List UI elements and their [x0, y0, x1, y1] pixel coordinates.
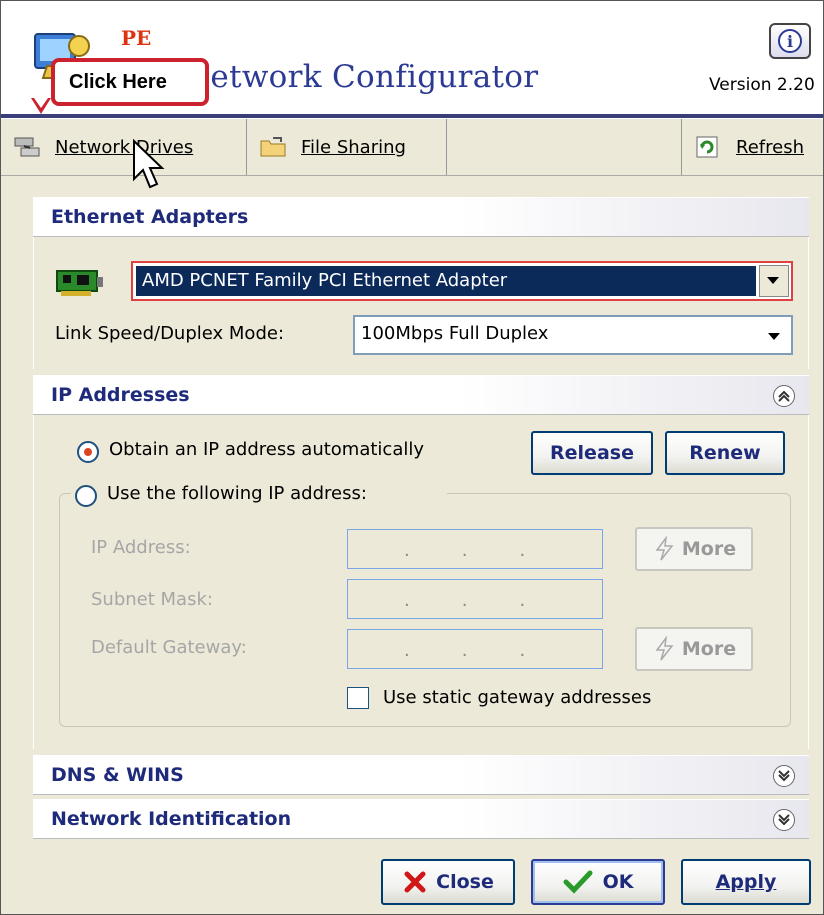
brand-short: PE — [121, 26, 152, 50]
expand-chevron-icon[interactable] — [773, 809, 795, 831]
release-button[interactable]: Release — [531, 431, 653, 475]
gateway-more-label: More — [681, 638, 737, 660]
ok-button[interactable]: OK — [531, 859, 665, 905]
lightning-icon — [655, 636, 674, 661]
close-button[interactable]: Close — [381, 859, 515, 905]
folder-share-icon — [260, 137, 286, 157]
info-button[interactable]: i — [769, 23, 811, 59]
ip-address-field[interactable]: ... — [347, 529, 603, 569]
chevron-down-icon — [768, 333, 780, 340]
svg-text:i: i — [787, 32, 793, 51]
dns-section-title: DNS & WINS — [51, 764, 184, 786]
checkmark-icon — [563, 870, 593, 894]
callout-text: Click Here — [69, 71, 167, 93]
network-drives-icon — [14, 137, 40, 157]
refresh-icon — [696, 136, 718, 158]
ok-label: OK — [602, 871, 634, 893]
lightning-icon — [655, 536, 674, 561]
link-speed-label: Link Speed/Duplex Mode: — [55, 323, 285, 344]
static-gateway-label: Use static gateway addresses — [383, 687, 652, 708]
header-divider — [1, 114, 823, 118]
refresh-label: Refresh — [736, 136, 804, 158]
app-title: Network Configurator — [183, 59, 539, 95]
info-icon: i — [778, 29, 802, 53]
callout-pointer-inner — [34, 98, 48, 108]
subnet-mask-field[interactable]: ... — [347, 579, 603, 619]
renew-button[interactable]: Renew — [665, 431, 785, 475]
default-gateway-field[interactable]: ... — [347, 629, 603, 669]
apply-label: Apply — [715, 871, 777, 893]
configurator-window: PE Network Configurator i Version 2.20 N… — [0, 0, 824, 915]
subnet-mask-label: Subnet Mask: — [91, 589, 213, 610]
collapse-chevron-icon[interactable] — [773, 385, 795, 407]
link-speed-value: 100Mbps Full Duplex — [361, 323, 549, 344]
network-id-section-header[interactable]: Network Identification — [33, 799, 809, 839]
dns-section-header[interactable]: DNS & WINS — [33, 755, 809, 795]
apply-button[interactable]: Apply — [681, 859, 811, 905]
close-label: Close — [436, 871, 494, 893]
manual-ip-radio[interactable] — [75, 485, 97, 507]
file-sharing-label: File Sharing — [301, 136, 406, 158]
network-id-section-title: Network Identification — [51, 808, 292, 830]
adapter-select[interactable]: AMD PCNET Family PCI Ethernet Adapter — [131, 261, 793, 301]
chevron-down-icon — [767, 277, 779, 284]
close-icon — [404, 871, 426, 893]
file-sharing-button[interactable]: File Sharing — [247, 119, 447, 175]
link-speed-select[interactable]: 100Mbps Full Duplex — [353, 315, 793, 355]
default-gateway-label: Default Gateway: — [91, 637, 247, 658]
ip-section-header[interactable]: IP Addresses — [33, 375, 809, 415]
adapter-selected-text: AMD PCNET Family PCI Ethernet Adapter — [142, 270, 508, 291]
version-label: Version 2.20 — [709, 75, 815, 95]
ip-address-label: IP Address: — [91, 537, 191, 558]
refresh-button[interactable]: Refresh — [681, 119, 823, 175]
mouse-cursor-icon — [133, 139, 165, 189]
adapter-selected-value: AMD PCNET Family PCI Ethernet Adapter — [136, 266, 756, 296]
adapter-dropdown-button[interactable] — [759, 265, 789, 297]
network-drives-button[interactable]: Network Drives — [1, 119, 247, 175]
toolbar: Network Drives File Sharing Refresh — [1, 119, 823, 176]
gateway-more-button[interactable]: More — [635, 627, 753, 671]
ip-more-button[interactable]: More — [635, 527, 753, 571]
static-gateway-checkbox[interactable] — [347, 687, 369, 709]
network-card-icon — [56, 270, 103, 296]
network-drives-label: Network Drives — [55, 136, 194, 158]
manual-ip-label: Use the following IP address: — [107, 483, 367, 504]
expand-chevron-icon[interactable] — [773, 765, 795, 787]
ip-section-title: IP Addresses — [51, 384, 190, 406]
ethernet-section-title: Ethernet Adapters — [51, 206, 249, 228]
click-here-callout: Click Here — [51, 58, 209, 106]
auto-ip-radio[interactable] — [77, 441, 99, 463]
ip-more-label: More — [681, 538, 737, 560]
ethernet-section-header: Ethernet Adapters — [33, 197, 809, 237]
auto-ip-label: Obtain an IP address automatically — [109, 439, 425, 460]
